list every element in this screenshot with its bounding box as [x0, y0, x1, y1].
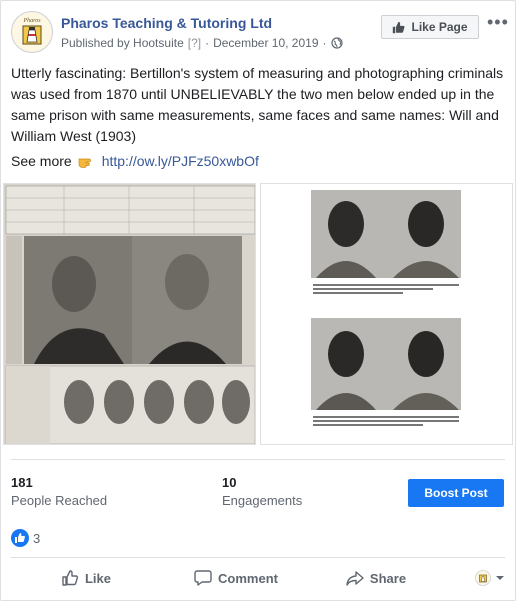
reactions-summary[interactable]: 3	[11, 529, 40, 547]
like-reaction-icon	[11, 529, 29, 547]
like-page-button[interactable]: Like Page	[381, 15, 479, 39]
post-as-selector[interactable]	[441, 562, 505, 594]
post-photos	[3, 183, 513, 445]
meta-separator-2: ·	[322, 36, 327, 50]
pointing-hand-icon	[78, 158, 91, 168]
stats-divider-top	[11, 459, 505, 460]
bertillon-card-photo[interactable]	[3, 183, 256, 445]
boost-post-button[interactable]: Boost Post	[408, 479, 504, 507]
comment-label: Comment	[218, 570, 278, 586]
people-reached-label: People Reached	[11, 493, 108, 508]
west-photographs-photo[interactable]	[260, 183, 513, 445]
share-button[interactable]: Share	[311, 562, 441, 594]
post-card: Pharos Pharos Teaching & Tutoring Ltd Pu…	[0, 0, 516, 601]
post-message: Utterly fascinating: Bertillon's system …	[11, 65, 504, 144]
page-avatar-small-icon	[475, 570, 491, 586]
share-arrow-icon	[346, 571, 364, 586]
post-link[interactable]: http://ow.ly/PJFz50xwbOf	[102, 153, 259, 169]
post-meta: Published by Hootsuite [?] · December 10…	[61, 36, 343, 50]
meta-separator: ·	[205, 36, 210, 50]
like-button[interactable]: Like	[11, 562, 161, 594]
globe-icon	[330, 37, 343, 49]
published-by-text: Published by Hootsuite	[61, 36, 184, 50]
actions-divider	[11, 557, 505, 558]
engagements-count: 10	[222, 475, 237, 490]
reaction-count: 3	[33, 530, 41, 546]
chevron-down-icon	[496, 576, 504, 580]
people-reached-count: 181	[11, 475, 33, 490]
bertillon-card-image	[4, 184, 255, 444]
see-more-link[interactable]: See more	[11, 153, 72, 169]
share-label: Share	[369, 570, 407, 586]
thumbs-up-outline-icon	[62, 570, 79, 586]
thumbs-up-icon	[393, 21, 405, 33]
see-more-row: See more http://ow.ly/PJFz50xwbOf	[11, 153, 259, 169]
post-stats: 181 People Reached 10 Engagements Boost …	[11, 475, 505, 515]
page-name-link[interactable]: Pharos Teaching & Tutoring Ltd	[61, 15, 272, 31]
help-marker[interactable]: [?]	[188, 36, 201, 50]
more-options-icon[interactable]: •••	[487, 13, 509, 31]
avatar-text: Pharos	[22, 18, 41, 24]
comment-button[interactable]: Comment	[161, 562, 311, 594]
lighthouse-logo-icon: Pharos	[13, 13, 51, 51]
engagements-stat: 10 Engagements	[222, 475, 302, 508]
post-date[interactable]: December 10, 2019	[213, 36, 318, 50]
like-label: Like	[84, 570, 111, 586]
engagements-label: Engagements	[222, 493, 303, 508]
like-page-label: Like Page	[411, 20, 468, 34]
west-photographs-image	[261, 184, 512, 444]
page-avatar[interactable]: Pharos	[11, 11, 53, 53]
comment-icon	[194, 570, 212, 586]
post-actions: Like Comment Share	[11, 562, 505, 594]
people-reached-stat: 181 People Reached	[11, 475, 107, 508]
post-header: Pharos Pharos Teaching & Tutoring Ltd Pu…	[11, 11, 508, 55]
